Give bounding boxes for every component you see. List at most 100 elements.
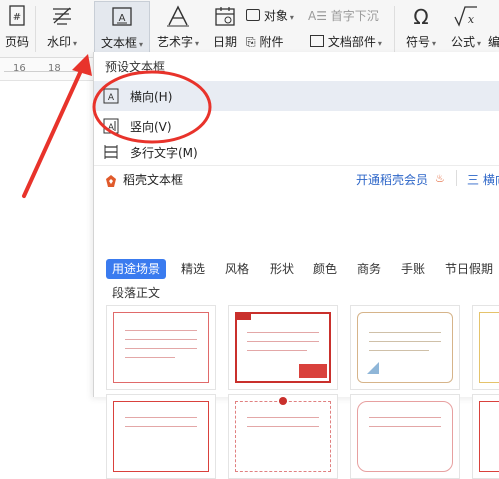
flame-icon: ♨: [435, 172, 445, 185]
template-preview: [479, 312, 499, 383]
ruler-tick: 16: [13, 63, 26, 74]
attachment-tool[interactable]: ⎘ 附件: [246, 33, 283, 50]
svg-text:A: A: [108, 123, 115, 133]
template-ornament: [299, 364, 327, 378]
template-ornament: [237, 314, 251, 320]
svg-text:Ω: Ω: [413, 5, 428, 27]
object-tool[interactable]: 对象 ▾: [246, 7, 294, 24]
watermark-label: 水印: [46, 35, 71, 49]
template-preview: [113, 401, 209, 472]
category-tab-color[interactable]: 颜色: [313, 259, 337, 279]
template-ornament: [367, 362, 379, 374]
svg-text:A: A: [108, 93, 115, 103]
textbox-dropdown-menu: 预设文本框 A 横向(H) A 竖向(V) 多行文字(M) 稻壳文本框 开通稻壳…: [93, 52, 499, 479]
chevron-down-icon: ▾: [139, 40, 144, 49]
horizontal-ruler: 16 18: [0, 58, 93, 81]
horizontal-textbox-icon: A: [103, 88, 119, 104]
template-preview: [479, 401, 499, 472]
ribbon-toolbar: # 页码 水印 ▾ A 文本框 ▾ 艺术字 ▾ 日期 对象 ▾ ⎘ 附件 A☰ 首字下沉…: [0, 0, 499, 58]
page-number-tool[interactable]: # 页码: [0, 0, 34, 57]
multiline-text-label: 多行文字(M): [130, 146, 198, 160]
object-label: 对象: [263, 9, 288, 23]
multiline-text-icon: [104, 145, 118, 159]
template-text-line: [125, 417, 197, 418]
template-text-line: [125, 330, 197, 331]
vertical-textbox-icon: A: [103, 118, 119, 134]
template-card[interactable]: [350, 305, 460, 390]
dropcap-tool[interactable]: A☰ 首字下沉: [308, 7, 379, 24]
template-text-line: [369, 332, 441, 333]
template-card[interactable]: [350, 394, 460, 479]
category-tab-business[interactable]: 商务: [357, 259, 381, 279]
template-preview: [235, 401, 331, 472]
object-icon: [246, 9, 260, 21]
category-tab-style[interactable]: 风格: [225, 259, 249, 279]
symbol-label: 符号: [405, 35, 430, 49]
paperclip-icon: ⎘: [246, 35, 256, 49]
vip-link[interactable]: 开通稻壳会员: [356, 171, 428, 188]
date-label: 日期: [212, 35, 237, 49]
wordart-tool[interactable]: 艺术字 ▾: [152, 0, 204, 57]
page-number-icon: #: [9, 5, 25, 26]
preset-section-title: 预设文本框: [105, 60, 166, 74]
date-tool[interactable]: 日期: [208, 0, 242, 57]
template-text-line: [125, 348, 197, 349]
chevron-down-icon: ▾: [432, 39, 437, 48]
template-preview: [357, 401, 453, 472]
omega-icon: Ω: [413, 5, 428, 27]
template-card[interactable]: [106, 394, 216, 479]
svg-text:x: x: [468, 13, 475, 26]
formula-label: 公式: [450, 35, 475, 49]
dropcap-icon: A☰: [308, 9, 327, 23]
orientation-switch[interactable]: 三 横向: [467, 171, 499, 188]
menu-item-multiline-text[interactable]: 多行文字(M): [94, 137, 499, 167]
template-text-line: [125, 426, 197, 427]
template-ornament: [279, 397, 287, 405]
edit-tool-partial[interactable]: 编: [488, 0, 499, 57]
template-text-line: [247, 332, 319, 333]
ribbon-separator: [394, 6, 395, 52]
chevron-down-icon: ▾: [377, 39, 382, 48]
category-tab-featured[interactable]: 精选: [181, 259, 205, 279]
vertical-textbox-label: 竖向(V): [130, 120, 172, 134]
docparts-tool[interactable]: 文档部件 ▾: [310, 33, 382, 50]
watermark-tool[interactable]: 水印 ▾: [38, 0, 86, 57]
document-canvas[interactable]: [0, 81, 93, 397]
svg-text:A: A: [119, 13, 126, 24]
template-text-line: [247, 417, 319, 418]
ruler-tick: 18: [48, 63, 61, 74]
template-card[interactable]: [228, 394, 338, 479]
watermark-icon: [53, 7, 71, 25]
template-card[interactable]: [228, 305, 338, 390]
template-text-line: [247, 426, 319, 427]
menu-item-horizontal-textbox[interactable]: A 横向(H): [94, 81, 499, 111]
chevron-down-icon: ▾: [289, 13, 294, 22]
symbol-tool[interactable]: Ω 符号 ▾: [400, 0, 442, 57]
subcategory-paragraph[interactable]: 段落正文: [112, 283, 160, 303]
template-card-partial[interactable]: [472, 394, 499, 479]
template-text-line: [247, 341, 319, 342]
calendar-icon: [215, 7, 235, 26]
svg-text:#: #: [13, 12, 21, 23]
edit-label: 编: [488, 35, 499, 49]
chevron-down-icon: ▾: [73, 39, 78, 48]
ribbon-separator: [35, 6, 36, 52]
horizontal-textbox-label: 横向(H): [130, 90, 173, 104]
template-text-line: [125, 357, 175, 358]
category-tab-notebook[interactable]: 手账: [401, 259, 425, 279]
textbox-tool[interactable]: A 文本框 ▾: [94, 1, 150, 57]
category-tab-holiday[interactable]: 节日假期: [445, 259, 493, 279]
menu-divider: [94, 165, 499, 166]
category-tab-scenario[interactable]: 用途场景: [106, 259, 167, 279]
docparts-icon: [310, 35, 324, 47]
template-text-line: [369, 350, 429, 351]
template-card[interactable]: [106, 305, 216, 390]
wordart-label: 艺术字: [156, 35, 193, 49]
ruler-line: [4, 71, 90, 72]
template-card-partial[interactable]: [472, 305, 499, 390]
wordart-icon: [167, 5, 189, 27]
formula-tool[interactable]: x 公式 ▾: [446, 0, 486, 57]
category-tab-shape[interactable]: 形状: [270, 259, 294, 279]
daoke-logo-icon: [104, 173, 118, 187]
template-text-line: [247, 350, 307, 351]
